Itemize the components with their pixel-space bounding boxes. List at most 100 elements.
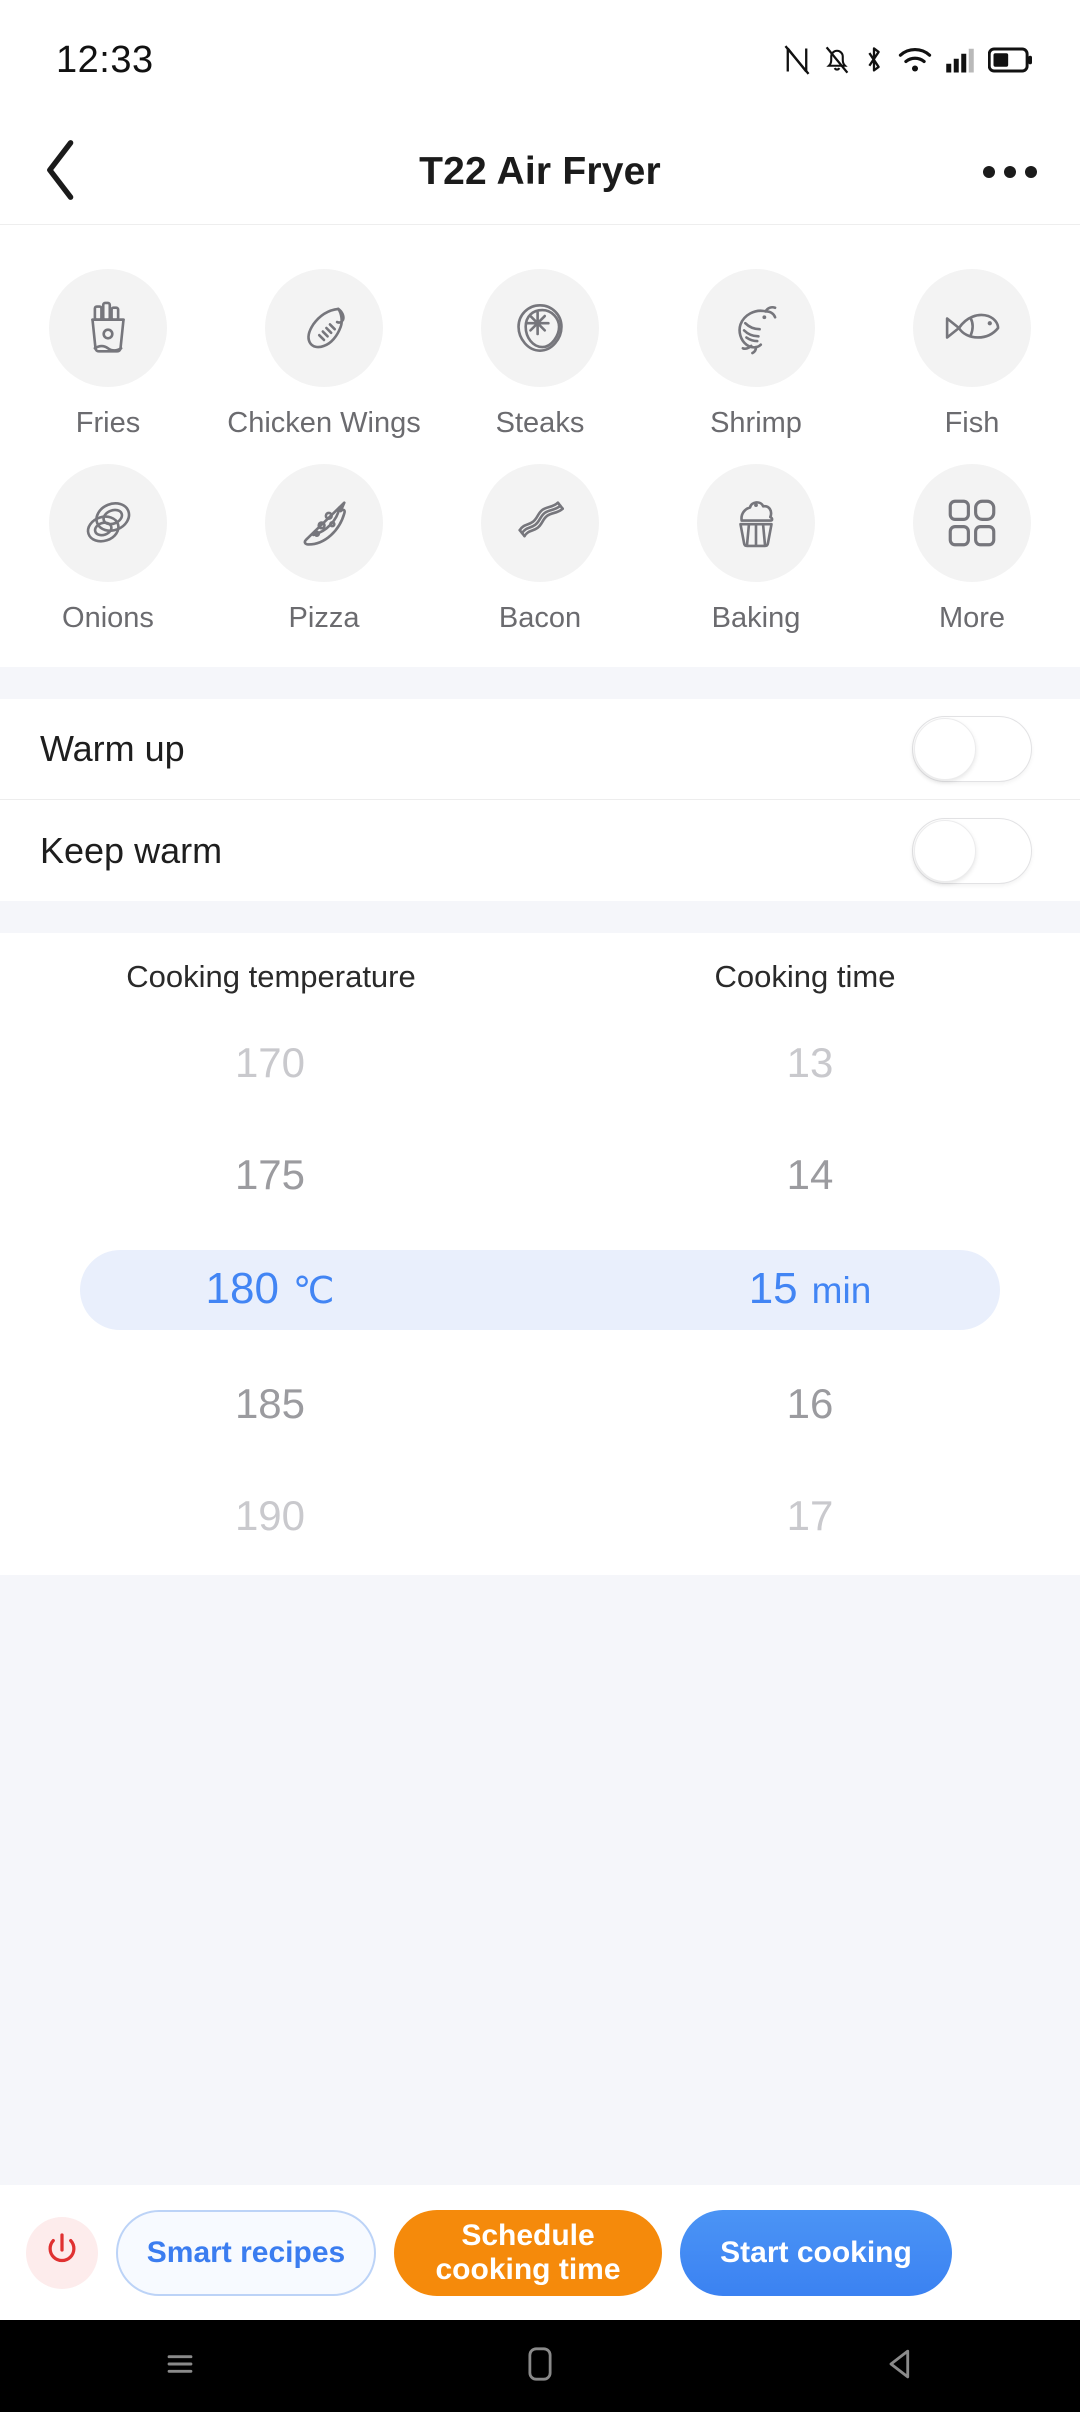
time-option-selected[interactable]: 15 min: [540, 1264, 1080, 1314]
picker-row[interactable]: 175 14: [0, 1137, 1080, 1212]
section-divider: [0, 901, 1080, 933]
mode-icon-wrapper: [265, 464, 383, 582]
time-option[interactable]: 13: [540, 1039, 1080, 1087]
mode-label: Pizza: [288, 602, 360, 634]
warm-up-label: Warm up: [40, 728, 185, 769]
back-triangle-icon: [883, 2346, 917, 2387]
nav-back-button[interactable]: [840, 2320, 960, 2412]
mode-baking[interactable]: Baking: [648, 450, 864, 645]
schedule-cooking-time-button[interactable]: Schedule cooking time: [394, 2209, 662, 2296]
picker-wheels[interactable]: 170 13 175 14 180 ℃ 15 min 185 16 190 17: [0, 1025, 1080, 1575]
mode-chicken-wings[interactable]: Chicken Wings: [216, 255, 432, 450]
status-bar: 12:33: [0, 0, 1080, 120]
time-value: 13: [786, 1038, 834, 1086]
temperature-option[interactable]: 175: [0, 1151, 540, 1199]
start-cooking-button[interactable]: Start cooking: [680, 2209, 952, 2296]
mode-icon-wrapper: [49, 464, 167, 582]
mode-label: Onions: [62, 602, 154, 634]
time-option[interactable]: 17: [540, 1492, 1080, 1540]
app-header: T22 Air Fryer: [0, 120, 1080, 225]
fish-icon: [940, 296, 1004, 360]
home-square-icon: [523, 2345, 557, 2388]
steak-icon: [509, 297, 571, 359]
cooking-temperature-header: Cooking temperature: [126, 959, 416, 994]
mode-more[interactable]: More: [864, 450, 1080, 645]
mode-label: Chicken Wings: [227, 407, 421, 439]
more-options-button[interactable]: [974, 142, 1046, 202]
mode-icon-wrapper: [265, 269, 383, 387]
chevron-left-icon: [41, 138, 81, 207]
mode-icon-wrapper: [49, 269, 167, 387]
temperature-value: 190: [234, 1491, 306, 1539]
time-option[interactable]: 14: [540, 1151, 1080, 1199]
picker-gap: [0, 1212, 1080, 1249]
keep-warm-label: Keep warm: [40, 829, 223, 871]
android-navigation-bar: [0, 2320, 1080, 2412]
mode-fish[interactable]: Fish: [864, 255, 1080, 450]
onion-rings-icon: [77, 492, 139, 554]
mode-icon-wrapper: [481, 269, 599, 387]
mode-icon-wrapper: [481, 464, 599, 582]
bluetooth-icon: [863, 45, 885, 75]
cooking-modes-row: Onions Pizza Bacon Baking More: [0, 450, 1080, 645]
bottom-action-bar: Smart recipes Schedule cooking time Star…: [0, 2185, 1080, 2320]
content-spacer: [0, 1575, 1080, 2185]
setting-row-keep-warm[interactable]: Keep warm: [0, 800, 1080, 901]
picker-row[interactable]: 170 13: [0, 1025, 1080, 1100]
cooking-modes-grid: Fries Chicken Wings Steaks Shrimp Fish O…: [0, 225, 1080, 667]
temperature-value: 185: [234, 1379, 306, 1427]
picker-row[interactable]: 185 16: [0, 1366, 1080, 1441]
cooking-parameters-picker: Cooking temperature Cooking time 170 13 …: [0, 933, 1080, 1575]
mode-onions[interactable]: Onions: [0, 450, 216, 645]
app-screen: 12:33 T22 Air Fryer Fries Chicken Wings …: [0, 0, 1080, 2412]
mode-icon-wrapper: [913, 464, 1031, 582]
temperature-option[interactable]: 190: [0, 1492, 540, 1540]
menu-icon: [163, 2347, 197, 2386]
more-options-icon: [1004, 166, 1016, 178]
picker-headers: Cooking temperature Cooking time: [0, 959, 1080, 995]
temperature-option-selected[interactable]: 180 ℃: [0, 1264, 540, 1314]
picker-gap: [0, 1329, 1080, 1366]
mode-pizza[interactable]: Pizza: [216, 450, 432, 645]
power-button[interactable]: [26, 2216, 98, 2289]
mode-steaks[interactable]: Steaks: [432, 255, 648, 450]
temperature-option[interactable]: 185: [0, 1380, 540, 1428]
nav-recents-button[interactable]: [120, 2320, 240, 2412]
grid-more-icon: [943, 494, 1001, 552]
time-value: 16: [786, 1379, 834, 1427]
mode-label: Fish: [944, 407, 1000, 439]
smart-recipes-button[interactable]: Smart recipes: [116, 2209, 376, 2296]
time-unit: min: [811, 1270, 872, 1311]
mode-fries[interactable]: Fries: [0, 255, 216, 450]
shrimp-icon: [725, 297, 787, 359]
temperature-value-selected: 180: [205, 1264, 279, 1313]
chicken-wing-icon: [293, 297, 355, 359]
cupcake-icon: [725, 492, 787, 554]
time-value-selected: 15: [748, 1264, 798, 1313]
power-icon: [42, 2230, 82, 2275]
time-value: 17: [786, 1491, 834, 1539]
time-option[interactable]: 16: [540, 1380, 1080, 1428]
wifi-icon: [898, 46, 932, 74]
fries-icon: [77, 297, 139, 359]
cooking-time-header: Cooking time: [714, 959, 896, 994]
picker-row-selected[interactable]: 180 ℃ 15 min: [0, 1249, 1080, 1329]
mode-icon-wrapper: [697, 464, 815, 582]
setting-row-warm-up[interactable]: Warm up: [0, 699, 1080, 800]
bacon-icon: [509, 492, 571, 554]
nav-home-button[interactable]: [480, 2320, 600, 2412]
mode-icon-wrapper: [913, 269, 1031, 387]
mode-icon-wrapper: [697, 269, 815, 387]
picker-row[interactable]: 190 17: [0, 1478, 1080, 1553]
mode-shrimp[interactable]: Shrimp: [648, 255, 864, 450]
mode-label: Steaks: [495, 407, 585, 439]
picker-gap: [0, 1441, 1080, 1478]
page-title: T22 Air Fryer: [419, 150, 661, 193]
cooking-modes-row: Fries Chicken Wings Steaks Shrimp Fish: [0, 255, 1080, 450]
keep-warm-toggle[interactable]: [912, 817, 1032, 884]
more-options-icon: [983, 166, 995, 178]
mode-bacon[interactable]: Bacon: [432, 450, 648, 645]
back-button[interactable]: [22, 133, 100, 211]
warm-up-toggle[interactable]: [912, 716, 1032, 782]
temperature-option[interactable]: 170: [0, 1039, 540, 1087]
